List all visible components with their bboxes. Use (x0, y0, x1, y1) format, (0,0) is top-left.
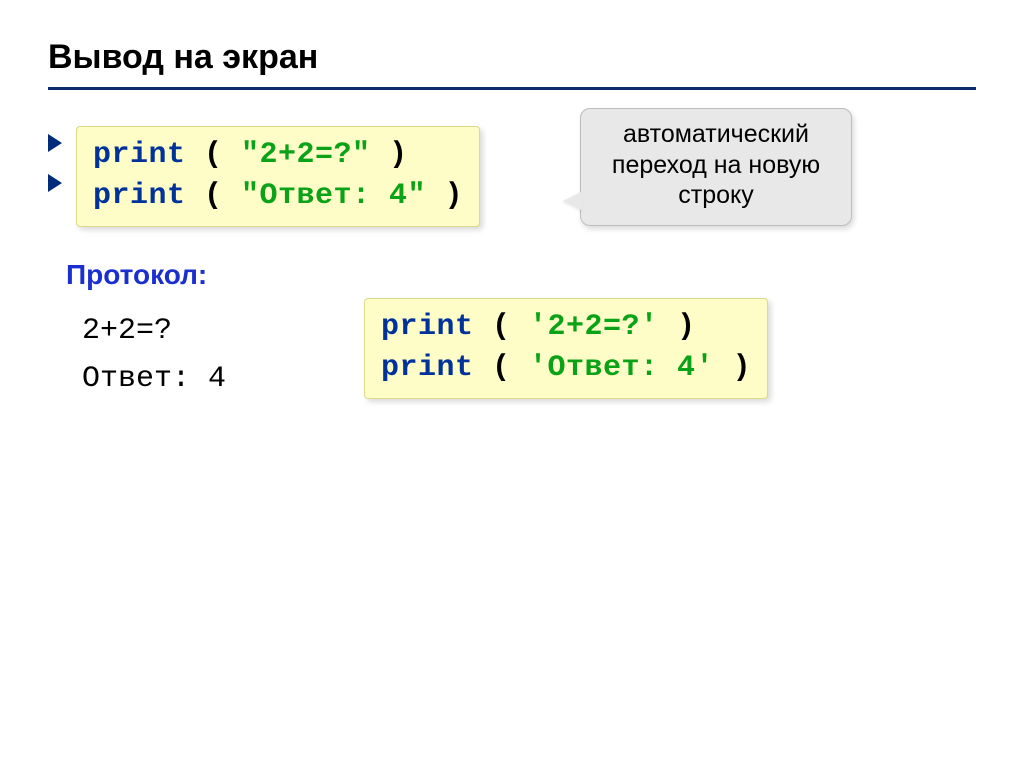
string-literal: "2+2=?" (241, 138, 371, 172)
code-block-2-wrap: print ( '2+2=?' ) print ( 'Ответ: 4' ) (364, 298, 768, 399)
page-title: Вывод на экран (48, 38, 976, 90)
string-literal: '2+2=?' (529, 310, 659, 344)
protocol-label: Протокол: (66, 259, 976, 291)
code-block-1: print ( "2+2=?" ) print ( "Ответ: 4" ) (76, 126, 480, 227)
triangle-icon (48, 134, 62, 152)
bullet-markers (48, 134, 62, 192)
keyword: print (381, 351, 474, 385)
paren: ) (714, 351, 751, 385)
keyword: print (381, 310, 474, 344)
keyword: print (93, 138, 186, 172)
paren: ( (474, 310, 530, 344)
code-line: print ( "Ответ: 4" ) (93, 176, 463, 217)
string-literal: 'Ответ: 4' (529, 351, 714, 385)
code-line: print ( '2+2=?' ) (381, 307, 751, 348)
paren: ( (186, 138, 242, 172)
paren: ) (426, 179, 463, 213)
slide: Вывод на экран print ( "2+2=?" ) print (… (0, 0, 1024, 441)
paren: ) (659, 310, 696, 344)
string-literal: "Ответ: 4" (241, 179, 426, 213)
code-line: print ( 'Ответ: 4' ) (381, 348, 751, 389)
code-line: print ( "2+2=?" ) (93, 135, 463, 176)
triangle-icon (48, 174, 62, 192)
keyword: print (93, 179, 186, 213)
paren: ) (371, 138, 408, 172)
paren: ( (474, 351, 530, 385)
paren: ( (186, 179, 242, 213)
callout-tooltip: автоматический переход на новую строку (580, 108, 852, 226)
code-block-2: print ( '2+2=?' ) print ( 'Ответ: 4' ) (364, 298, 768, 399)
